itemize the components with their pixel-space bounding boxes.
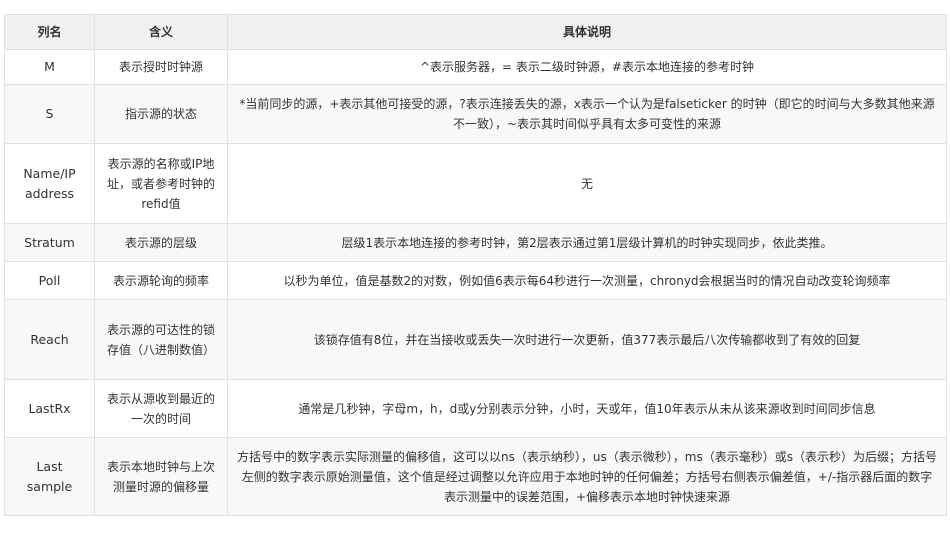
table-row: Last sample 表示本地时钟与上次测量时源的偏移量 方括号中的数字表示实… xyxy=(4,437,947,516)
cell-detail: 通常是几秒钟，字母m，h，d或y分别表示分钟，小时，天或年，值10年表示从未从该… xyxy=(227,379,947,438)
cell-meaning: 表示源的名称或IP地址，或者参考时钟的refid值 xyxy=(94,143,228,224)
cell-detail: 该锁存值有8位，并在当接收或丢失一次时进行一次更新，值377表示最后八次传输都收… xyxy=(227,299,947,380)
header-meaning: 含义 xyxy=(94,14,228,50)
cell-column-name: M xyxy=(4,49,95,85)
table-row: LastRx 表示从源收到最近的一次的时间 通常是几秒钟，字母m，h，d或y分别… xyxy=(4,379,947,438)
table-body: M 表示授时时钟源 ^表示服务器，= 表示二级时钟源，#表示本地连接的参考时钟 … xyxy=(4,49,947,516)
cell-column-name: Stratum xyxy=(4,223,95,262)
table-row: M 表示授时时钟源 ^表示服务器，= 表示二级时钟源，#表示本地连接的参考时钟 xyxy=(4,49,947,85)
cell-column-name: LastRx xyxy=(4,379,95,438)
cell-detail: 方括号中的数字表示实际测量的偏移值，这可以以ns（表示纳秒），us（表示微秒），… xyxy=(227,437,947,516)
table-row: Stratum 表示源的层级 层级1表示本地连接的参考时钟，第2层表示通过第1层… xyxy=(4,223,947,262)
cell-detail: *当前同步的源，+表示其他可接受的源，?表示连接丢失的源，x表示一个认为是fal… xyxy=(227,84,947,144)
cell-meaning: 表示本地时钟与上次测量时源的偏移量 xyxy=(94,437,228,516)
cell-detail: ^表示服务器，= 表示二级时钟源，#表示本地连接的参考时钟 xyxy=(227,49,947,85)
cell-column-name: Last sample xyxy=(4,437,95,516)
cell-meaning: 表示源轮询的频率 xyxy=(94,261,228,300)
cell-detail: 无 xyxy=(227,143,947,224)
cell-meaning: 表示从源收到最近的一次的时间 xyxy=(94,379,228,438)
table-row: S 指示源的状态 *当前同步的源，+表示其他可接受的源，?表示连接丢失的源，x表… xyxy=(4,84,947,144)
cell-meaning: 表示授时时钟源 xyxy=(94,49,228,85)
cell-column-name: S xyxy=(4,84,95,144)
cell-detail: 以秒为单位，值是基数2的对数，例如值6表示每64秒进行一次测量，chronyd会… xyxy=(227,261,947,300)
table-row: Reach 表示源的可达性的锁存值（八进制数值） 该锁存值有8位，并在当接收或丢… xyxy=(4,299,947,380)
header-column-name: 列名 xyxy=(4,14,95,50)
cell-meaning: 指示源的状态 xyxy=(94,84,228,144)
cell-column-name: Name/IP address xyxy=(4,143,95,224)
table-header: 列名 含义 具体说明 xyxy=(4,14,947,50)
column-description-table: 列名 含义 具体说明 M 表示授时时钟源 ^表示服务器，= 表示二级时钟源，#表… xyxy=(4,14,947,516)
table-row: Name/IP address 表示源的名称或IP地址，或者参考时钟的refid… xyxy=(4,143,947,224)
table-row: Poll 表示源轮询的频率 以秒为单位，值是基数2的对数，例如值6表示每64秒进… xyxy=(4,261,947,300)
cell-meaning: 表示源的层级 xyxy=(94,223,228,262)
cell-detail: 层级1表示本地连接的参考时钟，第2层表示通过第1层级计算机的时钟实现同步，依此类… xyxy=(227,223,947,262)
cell-column-name: Poll xyxy=(4,261,95,300)
cell-column-name: Reach xyxy=(4,299,95,380)
header-row: 列名 含义 具体说明 xyxy=(4,14,947,50)
header-detail: 具体说明 xyxy=(227,14,947,50)
cell-meaning: 表示源的可达性的锁存值（八进制数值） xyxy=(94,299,228,380)
